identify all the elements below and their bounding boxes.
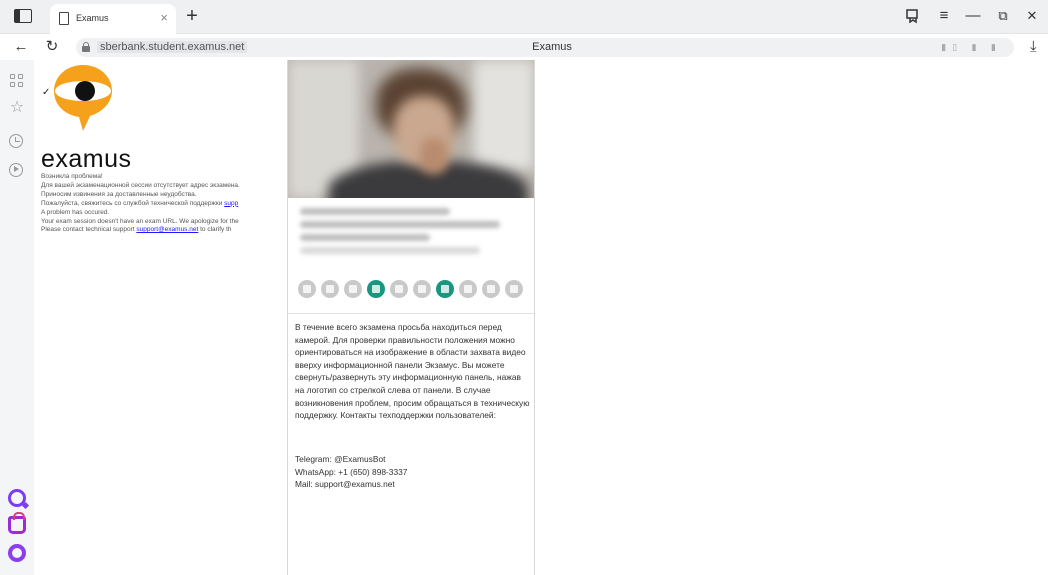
close-window-button[interactable]: ✕	[1021, 7, 1043, 25]
exit-status-icon[interactable]	[459, 280, 477, 298]
error-line: Пожалуйста, свяжитесь со службой техниче…	[41, 200, 289, 209]
url-text[interactable]: sberbank.student.examus.net	[97, 41, 248, 53]
url-field[interactable]: sberbank.student.examus.net Examus ▮▯ ▮ …	[76, 38, 1014, 57]
reload-icon[interactable]: ↻	[43, 38, 61, 56]
new-tab-button[interactable]: +	[182, 4, 202, 28]
music-icon[interactable]	[8, 544, 26, 562]
error-line: Your exam session doesn't have an exam U…	[41, 217, 239, 225]
calendar-status-icon[interactable]	[436, 280, 454, 298]
whatsapp-contact: WhatsApp: +1 (650) 898-3337	[295, 466, 408, 477]
instructions-text: В течение всего экзамена просьба находит…	[295, 322, 530, 421]
error-line-text: Пожалуйста, свяжитесь со службой техниче…	[41, 199, 223, 207]
pause-status-icon[interactable]	[321, 280, 339, 298]
history-clock-icon[interactable]	[9, 134, 23, 148]
microphone-status-icon[interactable]	[298, 280, 316, 298]
examus-info-panel: В течение всего экзамена просьба находит…	[287, 60, 535, 575]
person-status-icon[interactable]	[505, 280, 523, 298]
camera-status-icon[interactable]	[390, 280, 408, 298]
tab-close-icon[interactable]: ×	[160, 10, 168, 26]
webcam-preview	[288, 60, 534, 198]
restore-window-button[interactable]: ⧉	[992, 7, 1014, 25]
services-grid-icon[interactable]	[9, 73, 25, 89]
contact-prefix: Please contact technical support	[41, 226, 137, 234]
browser-tab-bar: Examus × + ≡ — ⧉ ✕	[0, 0, 1048, 34]
support-contacts: Telegram: @ExamusBot WhatsApp: +1 (650) …	[295, 453, 531, 491]
error-message: Возникла проблема! Для вашей экзаменацио…	[41, 173, 289, 235]
lock-icon	[82, 42, 90, 52]
alice-assistant-icon[interactable]	[8, 489, 26, 507]
browser-menu-button[interactable]: ≡	[933, 7, 955, 25]
tabs-panel-toggle-icon[interactable]	[14, 9, 32, 23]
browser-tab[interactable]: Examus ×	[50, 4, 176, 34]
screen-status-icon[interactable]	[344, 280, 362, 298]
browser-side-panel: ☆	[0, 60, 34, 575]
play-icon[interactable]	[9, 163, 23, 177]
error-line: Please contact technical support support…	[41, 226, 289, 235]
support-link[interactable]: supp	[224, 200, 238, 207]
browser-address-bar: ← ↻ sberbank.student.examus.net Examus ▮…	[0, 34, 1048, 60]
collections-icon[interactable]	[902, 8, 924, 24]
error-line: Возникла проблема!	[41, 173, 103, 180]
error-line: Приносим извинения за доставленные неудо…	[41, 190, 197, 198]
star-icon[interactable]: ☆	[9, 100, 25, 116]
examus-logo-icon[interactable]	[48, 61, 118, 133]
page-icon	[59, 12, 69, 25]
page-title: Examus	[532, 41, 572, 53]
support-email-link[interactable]: support@examus.net	[136, 226, 198, 233]
minimize-window-button[interactable]: —	[962, 7, 984, 25]
mail-contact: Mail: support@examus.net	[295, 479, 395, 490]
error-line: Для вашей экзаменационной сессии отсутст…	[41, 181, 240, 189]
divider	[288, 313, 534, 314]
check-status-icon[interactable]	[367, 280, 385, 298]
camera-mic-indicator-icon[interactable]: ▮▯ ▮ ▮	[941, 42, 1002, 53]
blurred-user-info	[300, 208, 524, 260]
contact-suffix: to clarify th	[198, 226, 232, 234]
phone-status-icon[interactable]	[413, 280, 431, 298]
status-icons-row	[298, 280, 526, 300]
tab-title: Examus	[76, 13, 109, 23]
examus-logo-text: examus	[41, 145, 132, 173]
market-bag-icon[interactable]	[8, 512, 26, 534]
back-arrow-icon[interactable]: ←	[12, 38, 30, 56]
telegram-contact: Telegram: @ExamusBot	[295, 454, 386, 464]
download-icon[interactable]: ⤓	[1030, 38, 1037, 56]
eye-status-icon[interactable]	[482, 280, 500, 298]
error-line: A problem has occured.	[41, 208, 110, 216]
